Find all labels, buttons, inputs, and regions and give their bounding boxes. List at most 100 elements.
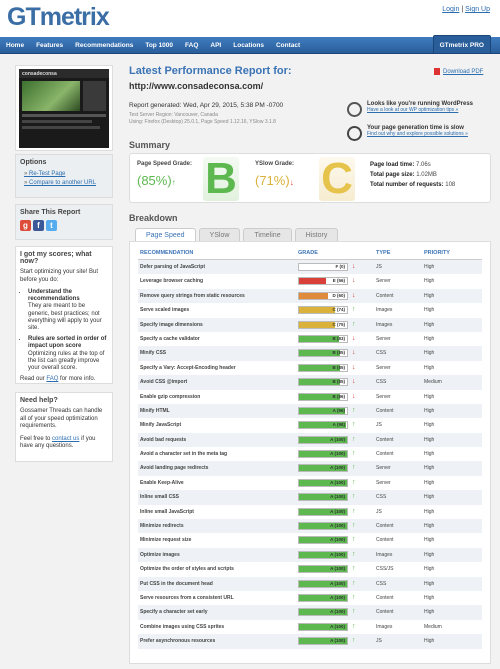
faq-note-pre: Read our [20, 376, 45, 383]
recommendation-name[interactable]: Avoid CSS @import [140, 379, 187, 385]
signup-link[interactable]: Sign Up [465, 6, 490, 13]
pro-tab[interactable]: GTmetrix PRO [432, 35, 491, 54]
rule-priority: High [424, 551, 435, 558]
table-row[interactable]: Enable gzip compression B (86) ↓ Server High [138, 390, 482, 404]
nav-top1000[interactable]: Top 1000 [139, 37, 179, 54]
recommendation-name[interactable]: Serve scaled images [140, 307, 189, 313]
recommendation-name[interactable]: Remove query strings from static resourc… [140, 293, 245, 299]
table-row[interactable]: Minify JavaScript A (98) ↑ JS High [138, 418, 482, 432]
table-row[interactable]: Optimize images A (100) ↑ Images High [138, 547, 482, 563]
nav-contact[interactable]: Contact [270, 37, 306, 54]
recommendation-name[interactable]: Defer parsing of JavaScript [140, 264, 205, 270]
recommendation-name[interactable]: Optimize the order of styles and scripts [140, 566, 234, 572]
tab-timeline[interactable]: Timeline [243, 228, 292, 241]
table-row[interactable]: Avoid bad requests A (100) ↑ Content High [138, 432, 482, 448]
recommendation-name[interactable]: Minify HTML [140, 408, 170, 414]
table-row[interactable]: Serve scaled images C (74) ↑ Images High [138, 303, 482, 317]
table-row[interactable]: Avoid landing page redirects A (100) ↑ Serv… [138, 461, 482, 476]
slow-solutions-link[interactable]: Find out why and explore possible soluti… [367, 131, 468, 137]
tab-yslow[interactable]: YSlow [198, 228, 241, 241]
table-row[interactable]: Serve resources from a consistent URL A (… [138, 591, 482, 605]
compare-link[interactable]: Compare to another URL [24, 179, 108, 188]
grade-bar: A (100) [298, 593, 348, 602]
table-row[interactable]: Specify a cache validator B (83) ↓ Server Hi… [138, 332, 482, 346]
table-row[interactable]: Avoid CSS @import B (85) ↓ CSS Medium [138, 375, 482, 390]
wordpress-tips-link[interactable]: Have a look at our WP optimization tips … [367, 107, 458, 113]
arrow-down-icon: ↓ [352, 378, 356, 386]
table-row[interactable]: Remove query strings from static resourc… [138, 288, 482, 304]
recommendation-name[interactable]: Enable gzip compression [140, 394, 200, 400]
table-row[interactable]: Minify CSS B (85) ↓ CSS High [138, 346, 482, 361]
next-steps-intro: Start optimizing your site! But before y… [20, 269, 99, 283]
recommendation-name[interactable]: Inline small JavaScript [140, 509, 194, 515]
download-pdf-link[interactable]: Download PDF [434, 68, 483, 75]
recommendation-name[interactable]: Specify image dimensions [140, 322, 203, 328]
tip-title: Rules are sorted in order of impact upon… [28, 336, 107, 350]
col-type[interactable]: TYPE [376, 250, 390, 256]
rule-priority: High [424, 422, 435, 429]
stopwatch-icon [347, 126, 362, 141]
recommendation-name[interactable]: Specify a Vary: Accept-Encoding header [140, 365, 236, 371]
google-plus-icon[interactable]: g [20, 220, 31, 231]
recommendation-name[interactable]: Enable Keep-Alive [140, 480, 184, 486]
yslow-grade: C [319, 157, 355, 201]
gtmetrix-logo[interactable]: GTmetrix [7, 3, 110, 32]
recommendation-name[interactable]: Minimize request size [140, 537, 191, 543]
recommendation-name[interactable]: Avoid landing page redirects [140, 465, 208, 471]
table-row[interactable]: Put CSS in the document head A (100) ↑ CSS H… [138, 576, 482, 591]
rule-priority: High [424, 436, 435, 443]
grade-text: A (100) [330, 436, 345, 442]
grade-text: B (86) [332, 393, 345, 399]
table-row[interactable]: Prefer asynchronous resources A (100) ↑ JS H… [138, 634, 482, 649]
retest-link[interactable]: Re-Test Page [24, 170, 108, 179]
table-row[interactable]: Specify a character set early A (100) ↑ Con… [138, 605, 482, 620]
nav-features[interactable]: Features [30, 37, 69, 54]
arrow-up-icon: ↑ [352, 421, 356, 429]
recommendation-name[interactable]: Minify CSS [140, 350, 166, 356]
table-row[interactable]: Defer parsing of JavaScript F (0) ↓ JS High [138, 260, 482, 275]
contact-link[interactable]: contact us [52, 436, 79, 442]
table-row[interactable]: Combine images using CSS sprites A (100) ↑… [138, 620, 482, 634]
recommendation-name[interactable]: Specify a character set early [140, 609, 208, 615]
recommendation-name[interactable]: Combine images using CSS sprites [140, 624, 224, 630]
nav-faq[interactable]: FAQ [179, 37, 204, 54]
recommendation-name[interactable]: Leverage browser caching [140, 278, 203, 284]
twitter-icon[interactable]: t [46, 220, 57, 231]
arrow-down-icon: ↓ [352, 291, 356, 299]
faq-link[interactable]: FAQ [46, 376, 58, 382]
table-row[interactable]: Inline small JavaScript A (100) ↑ JS High [138, 505, 482, 519]
table-row[interactable]: Minimize redirects A (100) ↑ Content High [138, 519, 482, 534]
recommendation-name[interactable]: Serve resources from a consistent URL [140, 595, 234, 601]
col-priority[interactable]: PRIORITY [424, 250, 450, 256]
facebook-icon[interactable]: f [33, 220, 44, 231]
recommendation-name[interactable]: Minimize redirects [140, 523, 184, 529]
table-row[interactable]: Leverage browser caching E (56) ↓ Server Hig… [138, 274, 482, 288]
tab-pagespeed[interactable]: Page Speed [135, 228, 196, 241]
table-row[interactable]: Specify image dimensions C (75) ↑ Images Hig… [138, 317, 482, 332]
col-recommendation[interactable]: RECOMMENDATION [140, 250, 193, 256]
table-row[interactable]: Inline small CSS A (100) ↑ CSS High [138, 490, 482, 505]
table-row[interactable]: Minimize request size A (100) ↑ Content High [138, 533, 482, 547]
tab-history[interactable]: History [294, 228, 339, 241]
screenshot-text-line [22, 114, 106, 117]
table-row[interactable]: Avoid a character set in the meta tag A (… [138, 447, 482, 461]
nav-home[interactable]: Home [0, 37, 30, 54]
recommendation-name[interactable]: Prefer asynchronous resources [140, 638, 215, 644]
table-row[interactable]: Optimize the order of styles and scripts… [138, 562, 482, 576]
recommendation-name[interactable]: Minify JavaScript [140, 422, 181, 428]
recommendation-name[interactable]: Specify a cache validator [140, 336, 200, 342]
nav-api[interactable]: API [204, 37, 227, 54]
nav-recommendations[interactable]: Recommendations [69, 37, 139, 54]
recommendation-name[interactable]: Put CSS in the document head [140, 581, 213, 587]
recommendation-name[interactable]: Avoid a character set in the meta tag [140, 451, 227, 457]
table-row[interactable]: Enable Keep-Alive A (100) ↑ Server High [138, 476, 482, 490]
login-link[interactable]: Login [442, 6, 459, 13]
col-grade[interactable]: GRADE [298, 250, 318, 256]
table-row[interactable]: Specify a Vary: Accept-Encoding header B … [138, 361, 482, 375]
table-row[interactable]: Minify HTML A (96) ↑ Content High [138, 403, 482, 419]
nav-locations[interactable]: Locations [227, 37, 270, 54]
recommendation-name[interactable]: Inline small CSS [140, 494, 179, 500]
recommendation-name[interactable]: Optimize images [140, 552, 180, 558]
grade-bar: B (83) [298, 334, 348, 343]
recommendation-name[interactable]: Avoid bad requests [140, 437, 186, 443]
